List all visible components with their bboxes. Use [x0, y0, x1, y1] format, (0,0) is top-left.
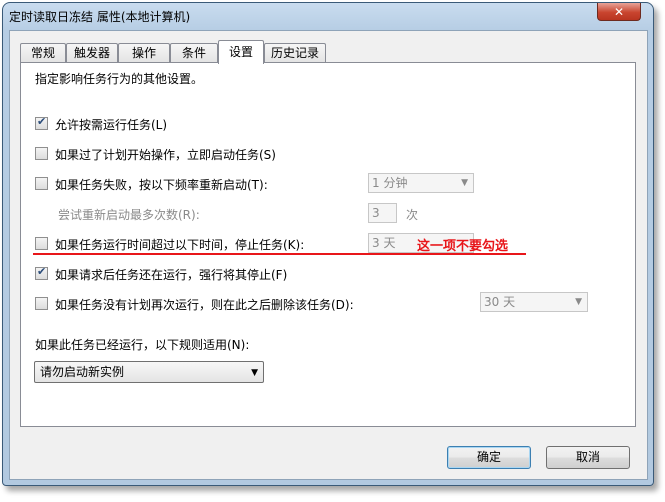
chevron-down-icon: ▼ — [575, 297, 582, 307]
retry-attempts-unit: 次 — [406, 208, 419, 222]
run-if-missed-checkbox[interactable] — [35, 147, 48, 160]
retry-attempts-input[interactable]: 3 — [368, 203, 397, 223]
tab-settings[interactable]: 设置 — [218, 40, 264, 64]
annotation-text: 这一项不要勾选 — [417, 239, 509, 254]
close-icon: ✕ — [613, 4, 625, 19]
force-stop-checkbox[interactable]: ✔ — [35, 265, 48, 280]
rule-value: 请勿启动新实例 — [40, 365, 125, 379]
dialog-client-area: 常规 触发器 操作 条件 设置 历史记录 指定影响任务行为的其他设置。 ✔ 允许… — [9, 30, 648, 480]
annotation-underline — [33, 253, 526, 255]
stop-duration-value: 3 天 — [372, 236, 396, 250]
rule-label: 如果此任务已经运行，以下规则适用(N): — [35, 338, 250, 352]
ok-button[interactable]: 确定 — [447, 446, 531, 469]
settings-panel: 指定影响任务行为的其他设置。 ✔ 允许按需运行任务(L) 如果过了计划开始操作，… — [20, 62, 636, 427]
tab-conditions[interactable]: 条件 — [170, 43, 218, 63]
check-icon: ✔ — [37, 115, 47, 128]
run-if-missed-label[interactable]: 如果过了计划开始操作，立即启动任务(S) — [55, 146, 276, 163]
tab-triggers[interactable]: 触发器 — [66, 43, 118, 63]
allow-on-demand-checkbox[interactable]: ✔ — [35, 115, 48, 130]
restart-interval-dropdown[interactable]: 1 分钟 ▼ — [368, 173, 474, 193]
window-title: 定时读取日冻结 属性(本地计算机) — [9, 10, 191, 24]
chevron-down-icon: ▼ — [461, 178, 468, 188]
stop-if-longer-label[interactable]: 如果任务运行时间超过以下时间，停止任务(K): — [55, 236, 304, 253]
check-icon: ✔ — [37, 265, 47, 278]
settings-description: 指定影响任务行为的其他设置。 — [35, 72, 204, 86]
delete-delay-dropdown[interactable]: 30 天 ▼ — [480, 292, 588, 312]
restart-on-fail-checkbox[interactable] — [35, 177, 48, 190]
restart-on-fail-label[interactable]: 如果任务失败，按以下频率重新启动(T): — [55, 176, 268, 193]
retry-attempts-label: 尝试重新启动最多次数(R): — [58, 208, 200, 222]
title-bar[interactable]: 定时读取日冻结 属性(本地计算机) ✕ — [3, 3, 653, 29]
tab-actions[interactable]: 操作 — [118, 43, 170, 63]
allow-on-demand-label[interactable]: 允许按需运行任务(L) — [55, 116, 167, 133]
restart-interval-value: 1 分钟 — [372, 176, 408, 190]
delete-if-not-scheduled-label[interactable]: 如果任务没有计划再次运行，则在此之后删除该任务(D): — [55, 296, 354, 313]
stop-if-longer-checkbox[interactable] — [35, 237, 48, 250]
tab-general[interactable]: 常规 — [20, 43, 66, 63]
tab-history[interactable]: 历史记录 — [264, 43, 326, 63]
cancel-button[interactable]: 取消 — [546, 446, 630, 469]
delete-delay-value: 30 天 — [484, 295, 516, 309]
rule-dropdown[interactable]: 请勿启动新实例 ▼ — [34, 361, 264, 383]
delete-if-not-scheduled-checkbox[interactable] — [35, 297, 48, 310]
close-button[interactable]: ✕ — [597, 3, 641, 21]
force-stop-label[interactable]: 如果请求后任务还在运行，强行将其停止(F) — [55, 266, 287, 283]
properties-dialog: 定时读取日冻结 属性(本地计算机) ✕ 常规 触发器 操作 条件 设置 历史记录… — [2, 2, 654, 486]
chevron-down-icon: ▼ — [251, 368, 258, 378]
